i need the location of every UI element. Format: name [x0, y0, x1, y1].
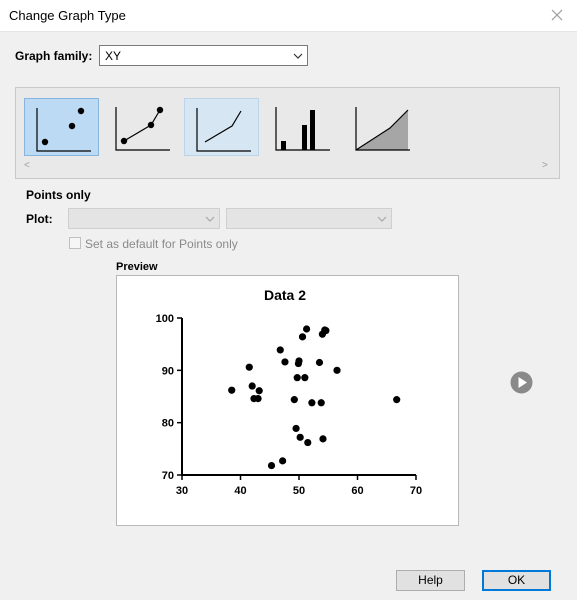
chevron-down-icon: [377, 216, 387, 222]
chevron-down-icon: [205, 216, 215, 222]
data-point: [298, 333, 307, 341]
data-point: [304, 438, 312, 447]
data-point: [322, 326, 330, 335]
data-point: [279, 457, 287, 465]
chevron-down-icon: [293, 53, 303, 59]
data-point: [295, 357, 303, 365]
line-only-icon: [196, 108, 251, 152]
chart-title: Data 2: [264, 287, 306, 303]
data-point: [248, 382, 256, 390]
selected-type-title: Points only: [26, 188, 91, 202]
y-tick-label: 70: [162, 470, 174, 482]
plot-select-1[interactable]: [68, 208, 220, 229]
close-icon[interactable]: [545, 3, 569, 27]
data-point: [296, 433, 304, 441]
data-point: [315, 358, 324, 367]
data-point: [301, 374, 309, 382]
area-fill-icon: [355, 107, 410, 151]
data-point: [254, 394, 262, 403]
graph-type-area[interactable]: [344, 98, 419, 156]
plot-label: Plot:: [26, 212, 53, 226]
data-point: [281, 358, 289, 366]
y-tick-label: 90: [162, 365, 174, 377]
gallery-scroll-right[interactable]: >: [542, 160, 548, 171]
dialog-title: Change Graph Type: [9, 8, 126, 23]
data-point: [245, 363, 253, 371]
x-tick-label: 30: [176, 485, 188, 497]
data-point: [317, 399, 325, 407]
help-button[interactable]: Help: [396, 570, 465, 591]
data-point: [293, 374, 301, 382]
data-point: [228, 386, 236, 394]
y-tick-label: 80: [162, 418, 174, 430]
graph-type-column[interactable]: [264, 98, 339, 156]
graph-type-points-only[interactable]: [24, 98, 99, 156]
data-point: [333, 366, 341, 374]
y-tick-label: 100: [156, 313, 174, 325]
graph-type-line-and-points[interactable]: [104, 98, 179, 156]
data-point: [276, 346, 284, 354]
graph-type-gallery: < >: [15, 87, 560, 179]
graph-family-label: Graph family:: [15, 49, 93, 63]
data-point: [319, 435, 327, 443]
preview-panel: Data 2 30 40 50 60 70 70 80 90 100: [116, 275, 459, 526]
graph-family-select[interactable]: XY: [99, 45, 308, 66]
set-default-checkbox[interactable]: [69, 237, 81, 249]
preview-label: Preview: [116, 261, 158, 273]
column-bars-icon: [275, 107, 330, 151]
ok-button[interactable]: OK: [482, 570, 551, 591]
points-only-icon: [36, 107, 91, 152]
preview-chart: Data 2 30 40 50 60 70 70 80 90 100: [156, 287, 422, 497]
graph-family-value: XY: [105, 49, 122, 63]
set-default-label: Set as default for Points only: [85, 237, 238, 251]
title-bar: Change Graph Type: [0, 0, 577, 32]
data-point: [303, 325, 311, 333]
data-point: [393, 396, 401, 404]
data-point: [267, 461, 276, 470]
play-icon[interactable]: [510, 371, 533, 394]
x-tick-label: 40: [234, 485, 246, 497]
data-point: [308, 399, 316, 407]
gallery-scroll-left[interactable]: <: [24, 160, 30, 171]
plot-select-2[interactable]: [226, 208, 392, 229]
data-point: [290, 396, 298, 404]
x-tick-label: 50: [293, 485, 305, 497]
graph-type-line-only[interactable]: [184, 98, 259, 156]
data-point: [292, 424, 300, 433]
line-and-points-icon: [115, 106, 170, 151]
x-tick-label: 70: [410, 485, 422, 497]
x-tick-label: 60: [351, 485, 363, 497]
data-point: [255, 387, 263, 395]
